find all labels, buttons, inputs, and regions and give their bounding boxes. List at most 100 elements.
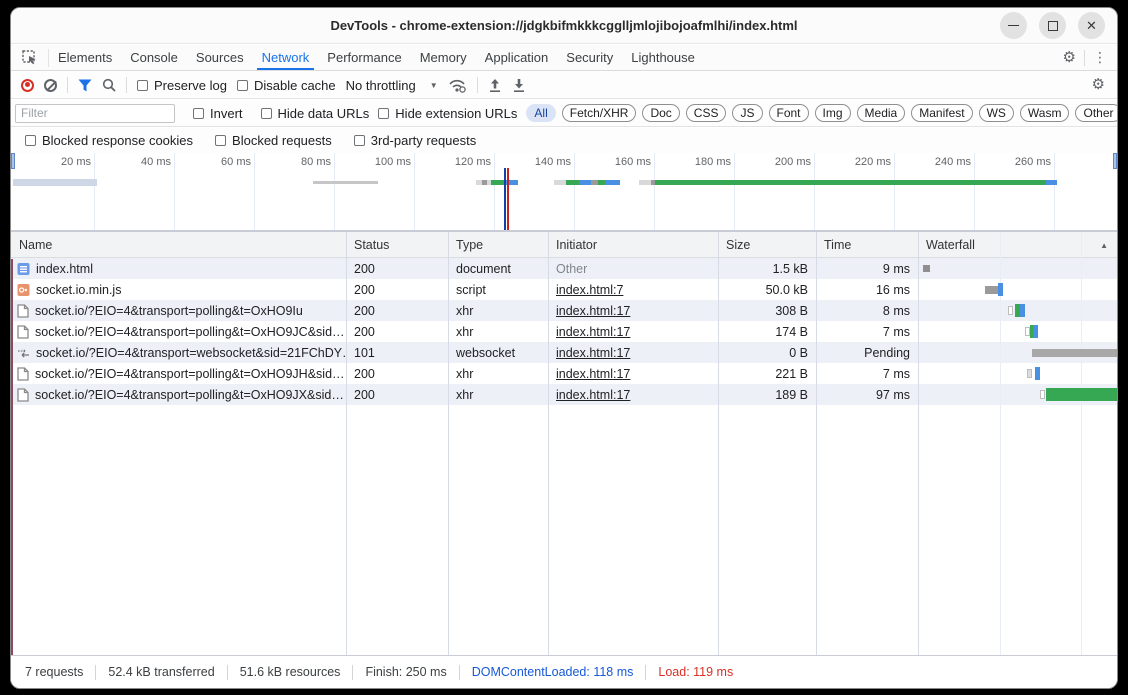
minimize-button[interactable] [1000, 12, 1027, 39]
export-har-icon[interactable] [512, 78, 526, 93]
initiator-link[interactable]: index.html:17 [556, 367, 630, 381]
network-status-bar: 7 requests 52.4 kB transferred 51.6 kB r… [11, 655, 1117, 688]
load-event-line [11, 259, 13, 655]
invert-checkbox[interactable]: Invert [193, 106, 243, 121]
timeline-tick: 160 ms [593, 156, 651, 168]
tab-console[interactable]: Console [121, 45, 187, 70]
preserve-log-checkbox[interactable]: Preserve log [137, 78, 227, 93]
filter-pill-ws[interactable]: WS [979, 104, 1014, 122]
sort-ascending-icon[interactable]: ▲ [1100, 241, 1108, 250]
initiator-link[interactable]: index.html:17 [556, 304, 630, 318]
filter-funnel-icon[interactable] [78, 79, 92, 92]
table-row[interactable]: socket.io/?EIO=4&transport=polling&t=OxH… [11, 300, 1117, 321]
column-header-type[interactable]: Type [448, 238, 548, 252]
disable-cache-checkbox[interactable]: Disable cache [237, 78, 336, 93]
overview-bar [639, 180, 651, 185]
filter-pill-all[interactable]: All [526, 104, 555, 122]
close-icon: ✕ [1086, 18, 1097, 34]
column-header-size[interactable]: Size [718, 238, 816, 252]
filter-pill-manifest[interactable]: Manifest [911, 104, 972, 122]
initiator-link[interactable]: index.html:7 [556, 283, 623, 297]
import-har-icon[interactable] [488, 78, 502, 93]
record-network-log-button[interactable] [21, 79, 34, 92]
timeline-tick: 240 ms [913, 156, 971, 168]
table-row[interactable]: socket.io/?EIO=4&transport=polling&t=OxH… [11, 363, 1117, 384]
column-header-time[interactable]: Time [816, 238, 918, 252]
filter-pill-fetch-xhr[interactable]: Fetch/XHR [562, 104, 637, 122]
overview-bar [598, 180, 605, 185]
filter-pill-doc[interactable]: Doc [642, 104, 679, 122]
tab-elements[interactable]: Elements [49, 45, 121, 70]
filter-pill-media[interactable]: Media [857, 104, 906, 122]
table-row[interactable]: socket.io/?EIO=4&transport=polling&t=OxH… [11, 321, 1117, 342]
initiator-link[interactable]: index.html:17 [556, 346, 630, 360]
hide-extension-urls-checkbox[interactable]: Hide extension URLs [378, 106, 517, 121]
overview-bar [482, 180, 487, 185]
domcontentloaded-time: DOMContentLoaded: 118 ms [472, 665, 634, 679]
waterfall-bar [1033, 325, 1038, 338]
table-row[interactable]: socket.io/?EIO=4&transport=polling&t=OxH… [11, 384, 1117, 405]
tab-network[interactable]: Network [253, 45, 319, 70]
filter-pill-img[interactable]: Img [815, 104, 851, 122]
tab-performance[interactable]: Performance [318, 45, 410, 70]
settings-gear-icon[interactable]: ⚙ [1063, 50, 1076, 65]
timeline-tick: 60 ms [193, 156, 251, 168]
domcontentloaded-line [504, 168, 506, 230]
window-title: DevTools - chrome-extension://jdgkbifmkk… [330, 18, 797, 33]
devtools-tab-bar: Elements Console Sources Network Perform… [11, 45, 1117, 71]
blocked-response-cookies-checkbox[interactable]: Blocked response cookies [25, 133, 193, 148]
overview-bar [591, 180, 598, 185]
waterfall-bar [1008, 306, 1013, 315]
close-button[interactable]: ✕ [1078, 12, 1105, 39]
table-row[interactable]: socket.io.min.js 200 script index.html:7… [11, 279, 1117, 300]
finish-time: Finish: 250 ms [365, 665, 446, 679]
network-conditions-icon[interactable] [448, 78, 467, 93]
network-settings-gear-icon[interactable]: ⚙ [1092, 75, 1105, 93]
inspect-element-button[interactable] [11, 49, 49, 67]
overview-bar [313, 181, 378, 184]
tab-memory[interactable]: Memory [411, 45, 476, 70]
timeline-tick: 140 ms [513, 156, 571, 168]
column-header-waterfall[interactable]: Waterfall [918, 238, 1117, 252]
waterfall-bar [985, 286, 998, 294]
timeline-tick: 260 ms [993, 156, 1051, 168]
clear-network-log-button[interactable] [44, 79, 57, 92]
table-row[interactable]: index.html 200 document Other 1.5 kB 9 m… [11, 258, 1117, 279]
overview-left-handle[interactable] [11, 153, 15, 169]
more-options-kebab-icon[interactable]: ⋮ [1093, 50, 1107, 66]
overview-right-handle[interactable] [1113, 153, 1117, 169]
document-icon [17, 262, 30, 276]
overview-bar [566, 180, 579, 185]
tab-sources[interactable]: Sources [187, 45, 253, 70]
column-header-name[interactable]: Name [11, 238, 346, 252]
search-icon[interactable] [102, 78, 116, 92]
filter-pill-wasm[interactable]: Wasm [1020, 104, 1070, 122]
blocked-requests-checkbox[interactable]: Blocked requests [215, 133, 332, 148]
table-row[interactable]: socket.io/?EIO=4&transport=websocket&sid… [11, 342, 1117, 363]
tab-security[interactable]: Security [557, 45, 622, 70]
initiator-link[interactable]: index.html:17 [556, 388, 630, 402]
network-overview-timeline[interactable]: 20 ms 40 ms 60 ms 80 ms 100 ms 120 ms 14… [11, 153, 1117, 231]
tab-application[interactable]: Application [476, 45, 558, 70]
minimize-icon [1008, 25, 1019, 27]
filter-pill-js[interactable]: JS [732, 104, 762, 122]
initiator-link[interactable]: index.html:17 [556, 325, 630, 339]
throttling-dropdown[interactable]: No throttling▼ [346, 78, 438, 93]
overview-bar [554, 180, 566, 185]
tab-lighthouse[interactable]: Lighthouse [622, 45, 704, 70]
timeline-tick: 200 ms [753, 156, 811, 168]
file-icon [17, 388, 29, 402]
hide-data-urls-checkbox[interactable]: Hide data URLs [261, 106, 370, 121]
filter-pill-font[interactable]: Font [769, 104, 809, 122]
transferred-size: 52.4 kB transferred [108, 665, 214, 679]
waterfall-bar [1040, 390, 1045, 399]
column-header-status[interactable]: Status [346, 238, 448, 252]
timeline-tick: 180 ms [673, 156, 731, 168]
third-party-requests-checkbox[interactable]: 3rd-party requests [354, 133, 477, 148]
filter-pill-other[interactable]: Other [1075, 104, 1118, 122]
maximize-button[interactable] [1039, 12, 1066, 39]
overview-bar [491, 180, 505, 185]
filter-pill-css[interactable]: CSS [686, 104, 727, 122]
column-header-initiator[interactable]: Initiator [548, 238, 718, 252]
filter-input[interactable] [15, 104, 175, 123]
